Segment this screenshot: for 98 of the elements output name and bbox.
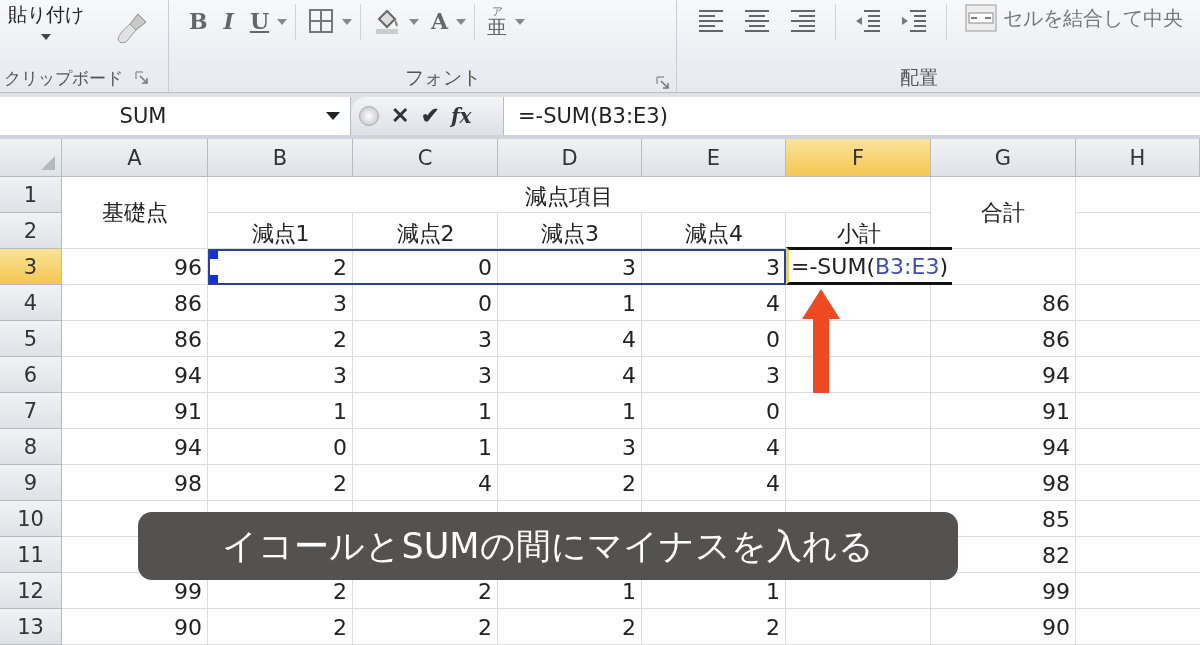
row-header[interactable]: 7 [0,393,62,429]
table-cell-text: 2 [332,613,348,642]
row-header[interactable]: 11 [0,537,62,573]
table-cell-text: 86 [173,325,203,354]
table-cell-text: 減点1 [250,220,311,248]
table-cell-text: 0 [765,325,781,354]
phonetic-button[interactable]: ア 亜 [483,6,512,36]
table-cell-text: 94 [1041,361,1071,390]
table-cell-text: 86 [1041,289,1071,318]
table-cell-text: 90 [173,613,203,642]
table-cell-text: 3 [765,253,781,282]
table-cell-text: 94 [1041,433,1071,462]
table-cell-text: 85 [1041,505,1071,534]
column-header[interactable]: H [1076,139,1200,177]
table-cell-text: 0 [765,397,781,426]
table-cell-text: 91 [173,397,203,426]
table-cell-text: 2 [332,469,348,498]
column-header[interactable]: F [786,139,931,177]
column-header[interactable]: B [208,139,353,177]
italic-button[interactable]: I [219,6,238,36]
font-color-button[interactable]: A [427,6,453,36]
table-cell-text: 1 [477,433,493,462]
table-cell-text: 96 [173,253,203,282]
table-cell-text: 3 [621,253,637,282]
table-cell-text: 86 [173,289,203,318]
column-header[interactable]: D [498,139,642,177]
table-cell-text: 3 [332,361,348,390]
table-cell-text: 減点3 [540,220,600,248]
cancel-button[interactable]: ✕ [391,103,409,129]
row-header[interactable]: 5 [0,321,62,357]
table-cell-text: 82 [1041,541,1071,570]
table-cell-text: 2 [332,325,348,354]
formula-field[interactable]: =-SUM(B3:E3) [503,97,1200,135]
table-cell-text: 94 [173,361,203,390]
table-cell-text: 減点2 [395,220,456,248]
row-header[interactable]: 3 [0,249,62,285]
column-header[interactable]: C [353,139,498,177]
row-header[interactable]: 13 [0,609,62,645]
table-cell-text: 98 [173,469,203,498]
table-cell-text: 1 [765,577,781,606]
table-cell-text: 1 [621,397,637,426]
enter-button[interactable]: ✔ [421,103,439,129]
table-cell-text: 減点4 [684,220,744,248]
table-cell-text: 1 [332,397,348,426]
caption: イコールとSUMの間にマイナスを入れる [138,512,958,580]
table-cell-text: 1 [621,577,637,606]
table-cell-text: 0 [477,289,493,318]
table-cell-text: 98 [1041,469,1071,498]
row-header[interactable]: 1 [0,177,62,213]
cell-editor[interactable]: =-SUM(B3:E3) [786,247,952,285]
table-cell-text: 1 [477,397,493,426]
group-label: フォント [404,65,481,90]
table-cell-text: 1 [621,289,637,318]
table-cell-text: 2 [621,469,637,498]
paste-button[interactable]: 貼り付け [8,2,84,40]
table-cell-text: 4 [765,289,781,318]
row-header[interactable]: 8 [0,429,62,465]
table-cell-text: 4 [477,469,493,498]
row-header[interactable]: 4 [0,285,62,321]
table-cell-text: 3 [477,325,493,354]
bold-button[interactable]: B [185,6,212,36]
name-box[interactable]: SUM [0,97,351,135]
table-cell-text: 2 [477,613,493,642]
table-cell-text: 94 [173,433,203,462]
row-header[interactable]: 12 [0,573,62,609]
table-cell-text: 99 [173,577,203,606]
table-cell-text: 91 [1041,397,1071,426]
row-header[interactable]: 6 [0,357,62,393]
table-cell-text: 86 [1041,325,1071,354]
table-cell-text: 2 [621,613,637,642]
table-cell-text: 2 [332,253,348,282]
table-cell-text: 3 [765,361,781,390]
column-header[interactable]: G [931,139,1076,177]
table-cell-text: 99 [1041,577,1071,606]
table-cell-text: 4 [621,325,637,354]
group-label: クリップボード [4,66,123,90]
table-cell-text: 2 [332,577,348,606]
column-header[interactable]: E [642,139,786,177]
row-header[interactable]: 10 [0,501,62,537]
table-cell-text: 90 [1041,613,1071,642]
table-cell-text: 小計 [835,220,882,248]
table-cell-text: 0 [332,433,348,462]
row-header[interactable]: 9 [0,465,62,501]
column-header[interactable]: A [62,139,208,177]
row-header[interactable]: 2 [0,213,62,249]
table-cell-text: 2 [477,577,493,606]
table-cell-text: 3 [332,289,348,318]
table-cell-text: 0 [477,253,493,282]
table-cell-text: 4 [765,433,781,462]
insert-function-button[interactable]: fx [451,104,472,128]
group-label: 配置 [899,65,938,90]
merge-center-button[interactable]: セルを結合して中央 [965,4,1183,32]
table-cell-text: 3 [477,361,493,390]
table-cell-text: 2 [765,613,781,642]
table-cell-text: 3 [621,433,637,462]
table-cell-text: 4 [621,361,637,390]
table-cell-text: 4 [765,469,781,498]
underline-button[interactable]: U [245,6,274,36]
